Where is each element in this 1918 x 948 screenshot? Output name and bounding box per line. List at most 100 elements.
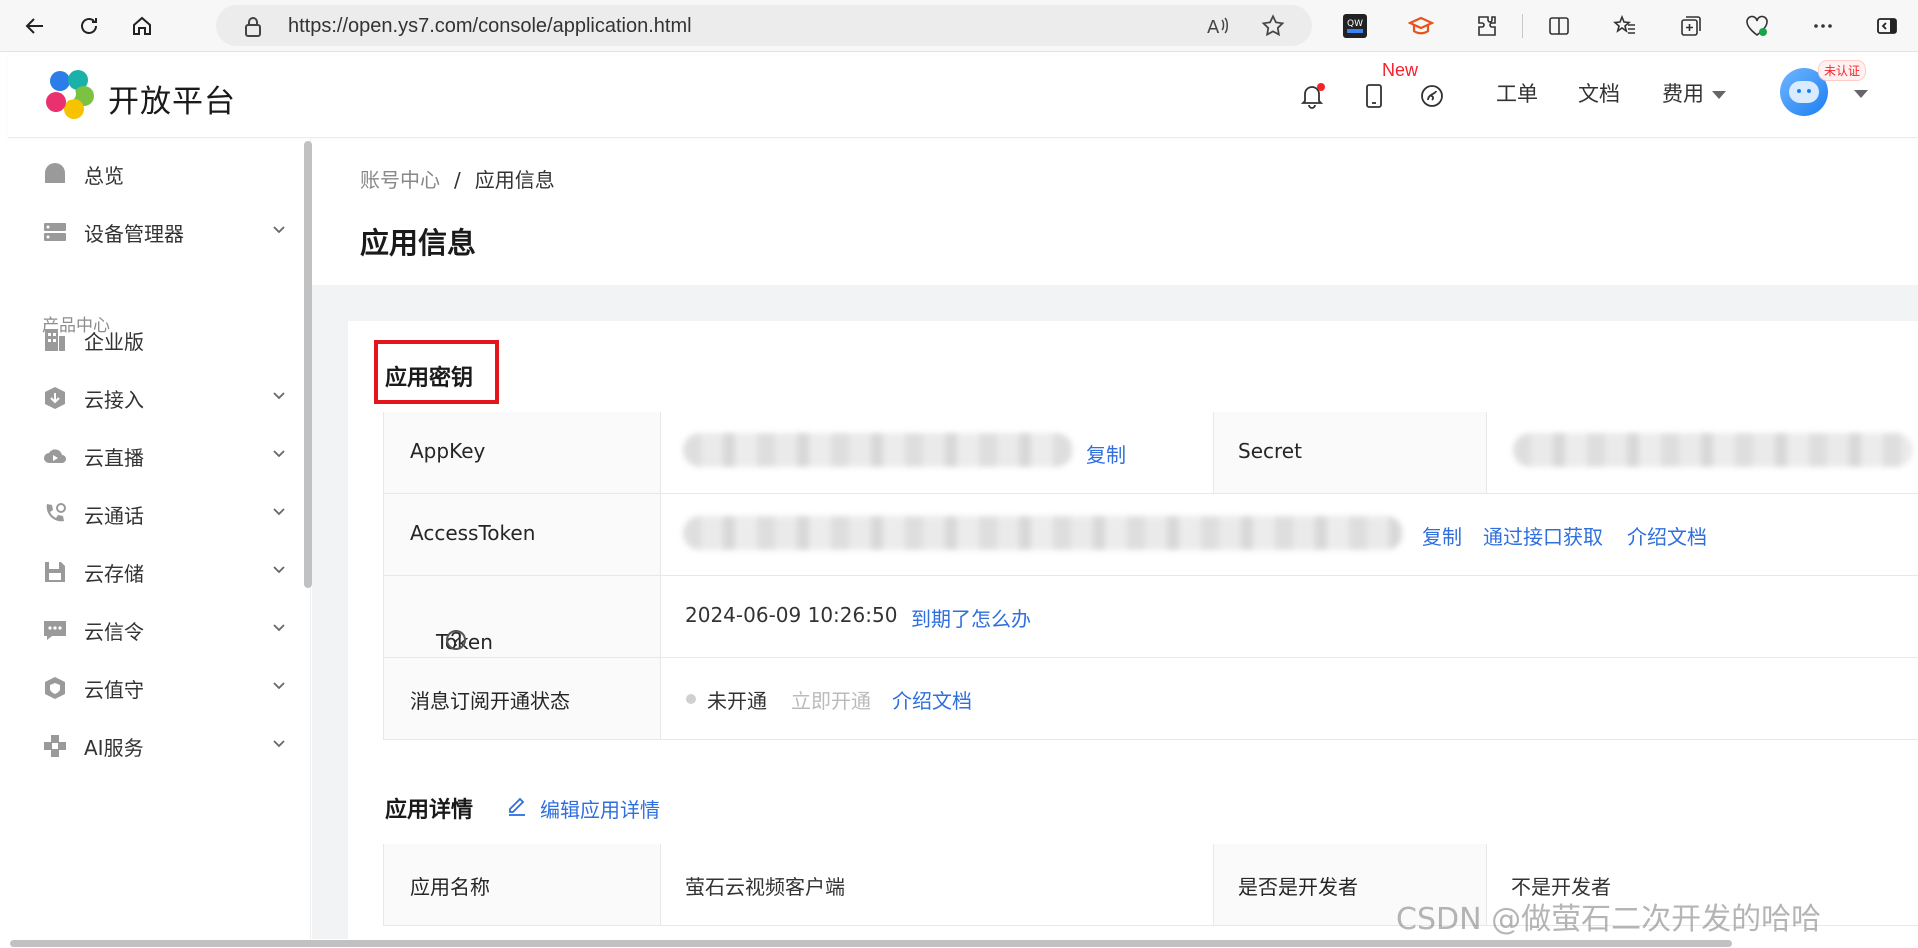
collections-icon[interactable]: [1674, 9, 1708, 43]
label-cell: Token有效期至?: [383, 576, 661, 711]
billing-caret-icon: [1712, 91, 1726, 99]
sidebar-item-label: AI服务: [84, 736, 144, 760]
read-aloud-icon[interactable]: A: [1206, 14, 1230, 38]
secret-value-redacted: [1513, 433, 1913, 467]
cloud-guard-icon: [45, 677, 65, 699]
chevron-down-icon: [273, 566, 285, 574]
edit-pencil-icon[interactable]: [505, 793, 529, 817]
get-via-api-link[interactable]: 通过接口获取: [1483, 521, 1603, 550]
extensions-puzzle-icon[interactable]: [1470, 9, 1504, 43]
subscription-doc-link[interactable]: 介绍文档: [892, 685, 972, 714]
sidebar-item-cloud-live[interactable]: 云直播: [8, 427, 298, 483]
extension-qw-icon[interactable]: QW: [1338, 9, 1372, 43]
cloud-call-icon: [46, 503, 66, 522]
more-menu-icon[interactable]: [1806, 9, 1840, 43]
chevron-down-icon: [273, 392, 285, 400]
address-bar[interactable]: https://open.ys7.com/console/application…: [216, 5, 1312, 46]
sidebar-item-label: 云接入: [84, 388, 144, 412]
community-icon[interactable]: [1414, 78, 1450, 114]
subscription-label: 消息订阅开通状态: [410, 689, 570, 713]
sidebar-item-label: 设备管理器: [84, 222, 184, 246]
label-cell: Secret: [1213, 412, 1487, 493]
favorite-star-icon[interactable]: [1260, 13, 1286, 39]
sidebar-item-cloud-call[interactable]: 云通话: [8, 485, 298, 541]
mobile-app-icon[interactable]: [1356, 78, 1392, 114]
section-title-keys: 应用密钥: [385, 366, 474, 391]
cloud-live-icon: [44, 449, 66, 463]
browser-essentials-icon[interactable]: [1740, 9, 1774, 43]
user-menu-caret-icon[interactable]: [1854, 90, 1868, 98]
sidebar-item-label: 云信令: [84, 620, 144, 644]
sidebar-item-label: 企业版: [84, 330, 144, 354]
extension-cap-icon[interactable]: [1404, 9, 1438, 43]
chevron-down-icon: [273, 682, 285, 690]
sidebar-item-label: 云值守: [84, 678, 144, 702]
enable-now-link[interactable]: 立即开通: [791, 685, 871, 714]
sidebar-item-enterprise[interactable]: 企业版: [8, 311, 298, 367]
header-link-tickets[interactable]: 工单: [1496, 78, 1538, 108]
page-header: 账号中心 / 应用信息 应用信息: [312, 139, 1918, 285]
copy-accesstoken-link[interactable]: 复制: [1422, 521, 1462, 550]
subscription-status: 未开通: [707, 689, 767, 713]
token-expired-help-link[interactable]: 到期了怎么办: [911, 603, 1031, 632]
enterprise-icon: [45, 329, 65, 351]
cloud-signaling-icon: [44, 621, 66, 640]
header-link-billing[interactable]: 费用: [1662, 78, 1726, 108]
sidebar-item-cloud-signaling[interactable]: 云信令: [8, 601, 298, 657]
token-expiry-value: 2024-06-09 10:26:50: [685, 603, 898, 627]
sidebar-item-ai-service[interactable]: AI服务: [8, 717, 298, 773]
header-link-docs[interactable]: 文档: [1578, 78, 1620, 108]
lock-icon: [245, 17, 261, 37]
chevron-down-icon: [273, 740, 285, 748]
breadcrumb-account-center[interactable]: 账号中心: [360, 168, 440, 192]
accesstoken-value-redacted: [683, 516, 1403, 550]
sidebar-item-label: 云通话: [84, 504, 144, 528]
sidebar-item-cloud-access[interactable]: 云接入: [8, 369, 298, 425]
label-cell: 消息订阅开通状态: [383, 658, 661, 739]
watermark: CSDN @做萤石二次开发的哈哈: [1396, 902, 1822, 937]
sidebar-item-device-manager[interactable]: 设备管理器: [8, 203, 298, 259]
app-name-label: 应用名称: [410, 875, 490, 899]
ai-service-icon: [44, 735, 66, 757]
copy-appkey-link[interactable]: 复制: [1086, 439, 1126, 468]
sidebar: 总览 设备管理器 产品中心 企业版 云接入 云直播 云通话 云存储 云信令 云值…: [8, 139, 312, 939]
sidebar-item-cloud-storage[interactable]: 云存储: [8, 543, 298, 599]
status-dot: [686, 694, 696, 704]
table-row-accesstoken: AccessToken 复制 通过接口获取 介绍文档: [383, 494, 1918, 576]
breadcrumb-current: 应用信息: [474, 168, 555, 192]
horizontal-scrollbar[interactable]: [10, 940, 1732, 947]
breadcrumb: 账号中心 / 应用信息: [360, 164, 555, 193]
sidebar-scrollbar[interactable]: [304, 141, 312, 588]
chevron-down-icon: [273, 450, 285, 458]
device-manager-icon: [44, 223, 66, 241]
secret-label: Secret: [1238, 439, 1302, 463]
url-text: https://open.ys7.com/console/application…: [288, 15, 692, 37]
chevron-down-icon: [273, 226, 285, 234]
help-question-icon[interactable]: ?: [446, 630, 466, 650]
refresh-icon[interactable]: [72, 9, 106, 43]
brand-title[interactable]: 开放平台: [108, 76, 236, 121]
label-cell: AccessToken: [383, 494, 661, 575]
cloud-storage-icon: [45, 562, 65, 582]
appkey-value-redacted: [683, 433, 1073, 467]
table-row-appkey: AppKey 复制 Secret: [383, 412, 1918, 494]
back-icon[interactable]: [18, 9, 52, 43]
split-screen-icon[interactable]: [1542, 9, 1576, 43]
svg-text:QW: QW: [1347, 19, 1363, 29]
notification-bell-icon[interactable]: [1294, 78, 1330, 114]
edit-app-details-link[interactable]: 编辑应用详情: [540, 794, 660, 823]
sidebar-toggle-icon[interactable]: [1870, 9, 1904, 43]
sidebar-item-label: 云存储: [84, 562, 144, 586]
breadcrumb-separator: /: [454, 168, 461, 192]
table-row-subscription: 消息订阅开通状态 未开通 立即开通 介绍文档: [383, 658, 1918, 740]
favorites-icon[interactable]: [1608, 9, 1642, 43]
accesstoken-doc-link[interactable]: 介绍文档: [1627, 521, 1707, 550]
dashboard-icon: [45, 163, 65, 183]
sidebar-item-label: 云直播: [84, 446, 144, 470]
home-icon[interactable]: [125, 9, 159, 43]
section-title-details: 应用详情: [385, 798, 474, 823]
sidebar-item-overview[interactable]: 总览: [8, 145, 298, 201]
sidebar-item-cloud-guard[interactable]: 云值守: [8, 659, 298, 715]
ys7-logo-icon[interactable]: [42, 66, 98, 122]
billing-label: 费用: [1662, 82, 1704, 106]
